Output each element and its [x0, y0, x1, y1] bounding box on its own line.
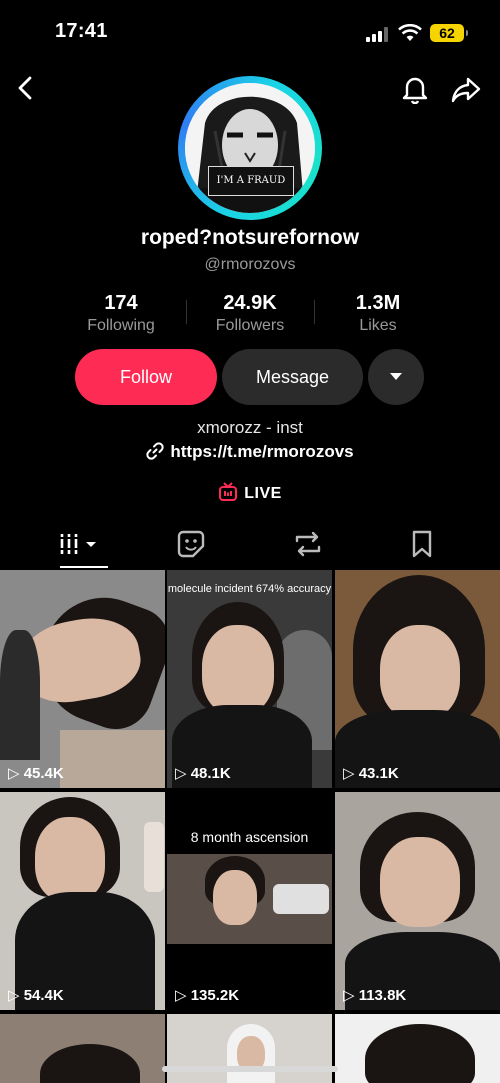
- battery-indicator: 62: [430, 24, 468, 42]
- grid-icon: [59, 534, 79, 554]
- live-tv-icon: [219, 482, 238, 501]
- bio-text: xmorozz - inst: [197, 418, 303, 437]
- display-name: roped?notsurefornow: [140, 226, 360, 249]
- video-view-count: 48.1K: [175, 764, 231, 782]
- username: @rmorozovs: [204, 256, 296, 273]
- video-tile[interactable]: [335, 1014, 500, 1083]
- notification-bell-icon[interactable]: [401, 74, 429, 104]
- message-button[interactable]: Message: [222, 349, 363, 405]
- video-tile[interactable]: 8 month ascension 135.2K: [167, 792, 332, 1010]
- video-view-count: 54.4K: [8, 986, 64, 1004]
- tab-videos-grid[interactable]: [58, 528, 108, 560]
- video-view-count: 45.4K: [8, 764, 64, 782]
- tab-reposts[interactable]: [283, 528, 333, 560]
- video-caption: molecule incident 674% accuracy: [167, 583, 332, 595]
- home-indicator: [162, 1066, 338, 1072]
- stat-value: 174: [104, 292, 138, 314]
- sticker-icon: [177, 530, 205, 558]
- stat-label: Followers: [215, 317, 285, 334]
- tab-favorites[interactable]: [397, 528, 447, 560]
- stat-value: 24.9K: [223, 292, 277, 314]
- chevron-down-icon: [86, 542, 96, 547]
- share-arrow-icon[interactable]: [451, 76, 481, 104]
- video-view-count: 135.2K: [175, 986, 239, 1004]
- live-indicator[interactable]: LIVE: [0, 482, 500, 503]
- bio-link-text: https://t.me/rmorozovs: [170, 442, 354, 461]
- active-tab-underline: [60, 566, 108, 568]
- stat-following[interactable]: 174 Following: [51, 292, 191, 335]
- video-tile[interactable]: molecule incident 674% accuracy 48.1K: [167, 570, 332, 788]
- suggested-accounts-dropdown-button[interactable]: [368, 349, 424, 405]
- avatar-sign-text: I'M A FRAUD: [208, 166, 294, 196]
- link-icon: [146, 442, 164, 460]
- bio-link[interactable]: https://t.me/rmorozovs: [0, 442, 500, 462]
- video-view-count: 113.8K: [343, 986, 407, 1004]
- bookmark-icon: [412, 530, 432, 558]
- stat-label: Following: [87, 317, 155, 334]
- video-tile[interactable]: [167, 1014, 332, 1083]
- video-tile[interactable]: 45.4K: [0, 570, 165, 788]
- repost-icon: [295, 531, 321, 557]
- wifi-icon: [398, 24, 422, 41]
- stat-likes[interactable]: 1.3M Likes: [308, 292, 448, 335]
- video-tile[interactable]: 113.8K: [335, 792, 500, 1010]
- stat-label: Likes: [359, 317, 397, 334]
- tab-stickers[interactable]: [169, 528, 219, 560]
- stat-followers[interactable]: 24.9K Followers: [180, 292, 320, 335]
- video-caption: 8 month ascension: [190, 829, 309, 845]
- video-tile[interactable]: 43.1K: [335, 570, 500, 788]
- status-time: 17:41: [55, 20, 108, 42]
- live-label: LIVE: [244, 485, 282, 502]
- follow-button[interactable]: Follow: [75, 349, 217, 405]
- cellular-signal-icon: [366, 26, 390, 42]
- video-tile[interactable]: [0, 1014, 165, 1083]
- back-arrow-icon[interactable]: [14, 76, 38, 100]
- video-tile[interactable]: 54.4K: [0, 792, 165, 1010]
- video-view-count: 43.1K: [343, 764, 399, 782]
- stat-value: 1.3M: [355, 292, 401, 314]
